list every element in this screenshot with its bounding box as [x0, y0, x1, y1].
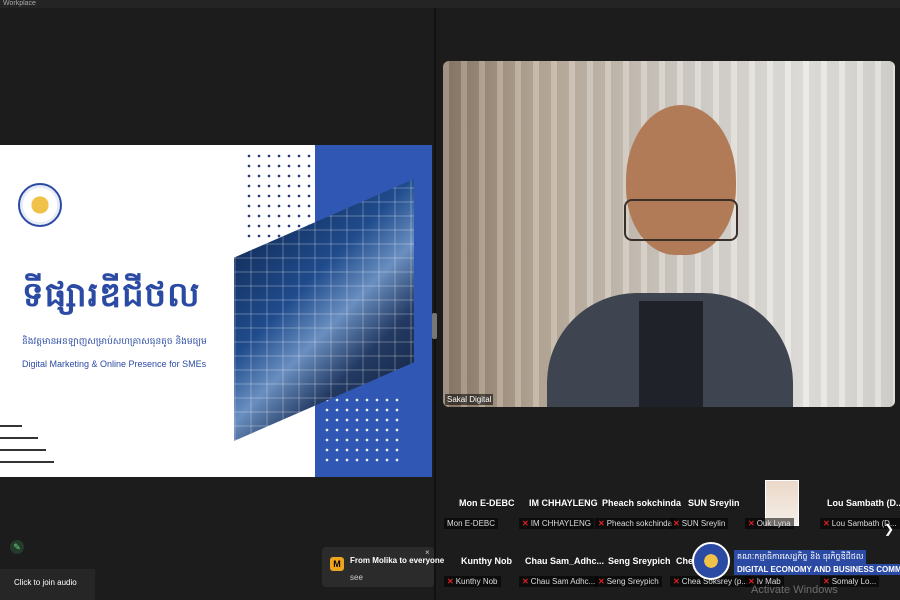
speaker-video[interactable]: Sakal Digital [443, 61, 895, 407]
slide-khmer-title: ទីផ្សារឌីជីថល [22, 275, 201, 315]
participant-label: ✕ IM CHHAYLENG [519, 518, 595, 529]
close-icon[interactable]: × [425, 548, 430, 557]
shared-slide: ទីផ្សារឌីជីថល និងវត្តមានអនឡាញសម្រាប់សហគ្… [0, 145, 432, 477]
panel-divider [434, 8, 436, 600]
resize-handle[interactable] [432, 313, 437, 339]
mic-muted-icon: ✕ [673, 577, 680, 586]
committee-banner: គណៈកម្មាធិការសេដ្ឋកិច្ច និង ធុរកិច្ចឌីជី… [690, 542, 900, 582]
slide-khmer-subtitle: និងវត្តមានអនឡាញសម្រាប់សហគ្រាសធុនតូច និងម… [22, 337, 207, 347]
annotate-pencil-icon[interactable]: ✎ [10, 540, 24, 554]
speaker-shirt [639, 301, 703, 407]
committee-emblem-icon [692, 542, 730, 580]
mic-muted-icon: ✕ [673, 519, 680, 528]
join-audio-button[interactable]: Click to join audio [0, 569, 95, 600]
mic-muted-icon: ✕ [447, 577, 454, 586]
sender-avatar: M [330, 557, 344, 571]
mic-muted-icon: ✕ [823, 519, 830, 528]
participant-name: Mon E-DEBC [459, 498, 515, 508]
top-bar: Workplace [0, 0, 900, 8]
participant-label: ✕ Ouk Lyna [745, 518, 794, 529]
participant-label: ✕ SUN Sreylin [670, 518, 729, 529]
committee-logo-icon [18, 183, 62, 227]
decorative-lines [0, 425, 60, 473]
chat-notification[interactable]: M From Molika to everyone see × [322, 547, 444, 587]
participant-name: Chau Sam_Adhc... [525, 556, 605, 566]
mic-muted-icon: ✕ [748, 519, 755, 528]
participant-name: Pheach sokchinda [602, 498, 682, 508]
mic-muted-icon: ✕ [522, 577, 529, 586]
next-page-arrow-icon[interactable]: ❯ [884, 522, 894, 536]
activate-windows-watermark: Activate Windows [751, 584, 838, 596]
slide-english-subtitle: Digital Marketing & Online Presence for … [22, 359, 207, 369]
speaker-name-label: Sakal Digital [445, 394, 494, 405]
join-audio-label: Click to join audio [14, 578, 77, 587]
participant-label: Mon E-DEBC [444, 518, 499, 529]
notification-message: see [350, 573, 363, 582]
participant-name: Kunthy Nob [461, 556, 512, 566]
notification-sender: From Molika to everyone [350, 556, 445, 565]
dot-pattern [244, 151, 312, 239]
mic-muted-icon: ✕ [598, 577, 605, 586]
banner-english-text: DIGITAL ECONOMY AND BUSINESS COMMITTEE [734, 564, 900, 575]
participant-name: SUN Sreylin [688, 498, 740, 508]
participant-name: Seng Sreypich [608, 556, 671, 566]
participant-name: Lou Sambath (D... [827, 498, 900, 508]
glasses [624, 199, 738, 241]
participant-label: ✕ Pheach sokchinda [595, 518, 676, 529]
participant-label: ✕ Chau Sam Adhc... [519, 576, 599, 587]
participant-label: ✕ Seng Sreypich [595, 576, 662, 587]
dot-pattern-white [322, 395, 402, 465]
banner-khmer-text: គណៈកម្មាធិការសេដ្ឋកិច្ច និង ធុរកិច្ចឌីជី… [734, 550, 867, 564]
window-tab-title: Workplace [3, 0, 36, 7]
mic-muted-icon: ✕ [522, 519, 529, 528]
participant-name: IM CHHAYLENG [529, 498, 598, 508]
mic-muted-icon: ✕ [598, 519, 605, 528]
participant-label: ✕ Kunthy Nob [444, 576, 501, 587]
